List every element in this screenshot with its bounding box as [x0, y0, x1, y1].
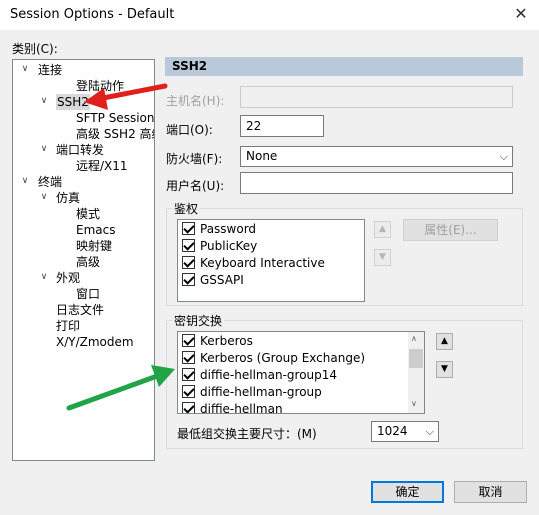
- kex-method-list[interactable]: Kerberos Kerberos (Group Exchange) diffi…: [177, 331, 425, 414]
- min-group-size-select[interactable]: 1024 ⌵: [371, 421, 439, 442]
- tree-item-advanced[interactable]: 高级: [76, 254, 100, 270]
- panel-header: SSH2: [165, 57, 523, 76]
- tree-item-emulation[interactable]: 仿真: [56, 190, 80, 206]
- tree-item-appearance[interactable]: 外观: [56, 270, 80, 286]
- tree-item-port-forwarding[interactable]: 端口转发: [56, 142, 104, 158]
- tree-item-terminal[interactable]: 终端: [38, 174, 62, 190]
- tree-item-log-file[interactable]: 日志文件: [56, 302, 104, 318]
- tree-item-keymap[interactable]: 映射键: [76, 238, 112, 254]
- chevron-down-icon: ⌵: [499, 150, 508, 163]
- move-up-button[interactable]: ▲: [374, 221, 391, 238]
- tree-item-modes[interactable]: 模式: [76, 206, 100, 222]
- list-item[interactable]: PublicKey: [182, 239, 257, 253]
- ok-button[interactable]: 确定: [371, 481, 444, 503]
- tree-item-remote-x11[interactable]: 远程/X11: [76, 158, 128, 174]
- window-title: Session Options - Default: [10, 7, 175, 22]
- collapse-icon[interactable]: ∨: [20, 64, 30, 74]
- list-item[interactable]: diffie-hellman-group14: [182, 368, 337, 382]
- tree-item-xyzmodem[interactable]: X/Y/Zmodem: [56, 334, 134, 350]
- checkbox-checked[interactable]: [182, 385, 195, 398]
- checkbox-checked[interactable]: [182, 402, 195, 413]
- port-label: 端口(O):: [166, 123, 213, 137]
- list-item[interactable]: Kerberos (Group Exchange): [182, 351, 365, 365]
- hostname-field[interactable]: [240, 86, 513, 108]
- list-item[interactable]: Keyboard Interactive: [182, 256, 325, 270]
- scrollbar-thumb[interactable]: [409, 349, 423, 368]
- move-down-button[interactable]: ▼: [436, 361, 453, 378]
- firewall-select[interactable]: None ⌵: [240, 146, 513, 167]
- kex-list-scrollbar[interactable]: ∧ ∨: [408, 332, 424, 413]
- checkbox-checked[interactable]: [182, 222, 195, 235]
- checkbox-checked[interactable]: [182, 273, 195, 286]
- collapse-icon[interactable]: ∨: [39, 192, 49, 202]
- list-item[interactable]: Password: [182, 222, 256, 236]
- list-item[interactable]: diffie-hellman-group: [182, 385, 322, 399]
- firewall-value: None: [246, 149, 278, 163]
- auth-method-list[interactable]: Password PublicKey Keyboard Interactive …: [177, 219, 365, 302]
- close-icon[interactable]: ✕: [509, 2, 533, 26]
- firewall-label: 防火墙(F):: [166, 152, 223, 166]
- collapse-icon[interactable]: ∨: [20, 176, 30, 186]
- username-label: 用户名(U):: [166, 179, 225, 193]
- collapse-icon[interactable]: ∨: [39, 272, 49, 282]
- checkbox-checked[interactable]: [182, 239, 195, 252]
- chevron-down-icon: ⌵: [425, 425, 434, 438]
- triangle-up-icon: ▲: [379, 224, 386, 234]
- scroll-up-icon[interactable]: ∧: [411, 334, 417, 343]
- move-down-button[interactable]: ▼: [374, 249, 391, 266]
- tree-item-sftp-session[interactable]: SFTP Session: [76, 110, 154, 126]
- username-field[interactable]: [240, 172, 513, 194]
- checkbox-checked[interactable]: [182, 256, 195, 269]
- properties-button[interactable]: 属性(E)...: [403, 219, 498, 241]
- list-item[interactable]: diffie-hellman: [182, 402, 283, 413]
- triangle-up-icon: ▲: [441, 336, 448, 346]
- min-group-size-label: 最低组交换主要尺寸：(M): [177, 427, 317, 441]
- checkbox-checked[interactable]: [182, 334, 195, 347]
- category-tree[interactable]: ∨ 连接 登陆动作 ∨ SSH2 SFTP Session 高级 SSH2 高级…: [12, 59, 155, 461]
- auth-group-title: 鉴权: [172, 200, 201, 217]
- tree-item-printing[interactable]: 打印: [56, 318, 80, 334]
- collapse-icon[interactable]: ∨: [39, 144, 49, 154]
- list-item[interactable]: GSSAPI: [182, 273, 244, 287]
- move-up-button[interactable]: ▲: [436, 333, 453, 350]
- port-field[interactable]: 22: [240, 115, 324, 137]
- category-label: 类别(C):: [12, 42, 58, 56]
- checkbox-checked[interactable]: [182, 351, 195, 364]
- kex-group-title: 密钥交换: [172, 312, 225, 329]
- tree-item-advanced-ssh2[interactable]: 高级 SSH2 高级: [76, 126, 154, 142]
- tree-item-window[interactable]: 窗口: [76, 286, 100, 302]
- panel-header-title: SSH2: [172, 59, 208, 73]
- tree-item-logon-actions[interactable]: 登陆动作: [76, 78, 124, 94]
- cancel-button[interactable]: 取消: [454, 481, 527, 503]
- collapse-icon[interactable]: ∨: [39, 96, 49, 106]
- tree-item-emacs[interactable]: Emacs: [76, 222, 115, 238]
- hostname-label: 主机名(H):: [166, 94, 225, 108]
- tree-item-connection[interactable]: 连接: [38, 62, 62, 78]
- checkbox-checked[interactable]: [182, 368, 195, 381]
- tree-item-ssh2[interactable]: SSH2: [56, 94, 90, 110]
- scroll-down-icon[interactable]: ∨: [411, 399, 417, 408]
- min-group-size-value: 1024: [377, 424, 408, 438]
- list-item[interactable]: Kerberos: [182, 334, 253, 348]
- triangle-down-icon: ▼: [379, 252, 386, 262]
- triangle-down-icon: ▼: [441, 364, 448, 374]
